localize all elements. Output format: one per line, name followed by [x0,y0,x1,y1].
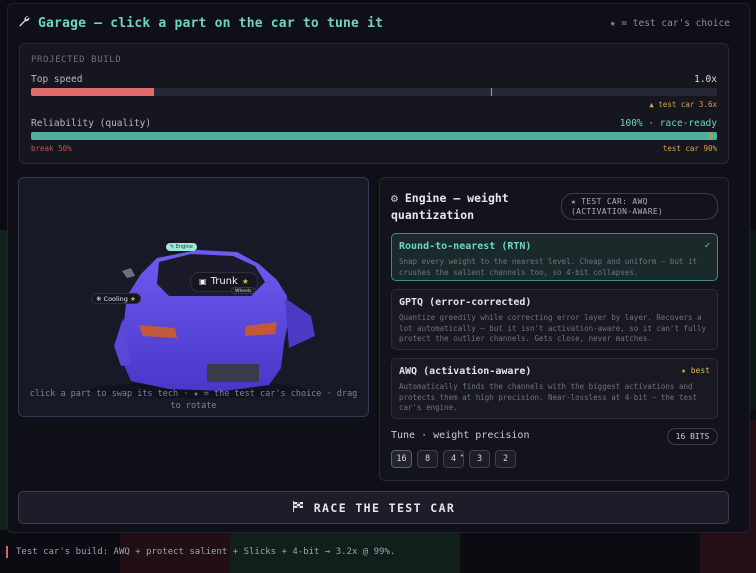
reliability-bar-fill [31,132,717,140]
wrench-icon [18,15,30,31]
precision-chip-16[interactable]: 16 [391,450,412,468]
footer-status: Test car's build: AWQ + protect salient … [6,546,395,558]
cooling-tag[interactable]: ❄ Cooling ★ [91,293,141,304]
engine-icon: ⚙ [391,191,405,205]
test-car-badge: ★ TEST CAR: AWQ (ACTIVATION-AWARE) [561,193,718,220]
option-awq[interactable]: AWQ (activation-aware) ★ best Automatical… [391,358,718,419]
engine-tag[interactable]: ✎ Engine [166,243,197,251]
car-model[interactable] [19,178,369,417]
viewport-hint: click a part to swap its tech · ★ = the … [29,389,358,411]
header: Garage — click a part on the car to tune… [18,13,730,33]
speed-test-marker [490,88,492,96]
wheels-tag[interactable]: Wheels [231,287,256,294]
build-heading: PROJECTED BUILD [31,55,122,65]
check-icon: ✓ [704,241,710,251]
precision-chip-3[interactable]: 3 [469,450,490,468]
best-badge: ★ best [681,366,710,375]
reliability-row: Reliability (quality) 100% · race-ready [31,118,717,129]
break-label: break 50% [31,144,72,153]
tuning-panel: ⚙ Engine — weight quantization ★ TEST CA… [379,177,729,481]
speed-test-note: ▲ test car 3.6x [649,100,717,109]
box-icon: ▣ [199,277,207,286]
precision-chip-8[interactable]: 8 [417,450,438,468]
checkered-flag-icon [292,500,304,515]
snowflake-icon: ❄ [96,295,102,303]
car-viewport[interactable]: ✎ Engine ▣ Trunk ★ Wheels ❄ Cooling ★ cl… [18,177,369,417]
page-title: Garage — click a part on the car to tune… [18,15,383,31]
reliability-value: 100% · race-ready [619,118,717,129]
panel-title: ⚙ Engine — weight quantization [391,191,509,222]
tune-label: Tune · weight precision [391,430,530,441]
speed-bar-fill [31,88,155,96]
option-rtn[interactable]: Round-to-nearest (RTN) ✓ Snap every weigh… [391,233,718,281]
reliability-test-marker [710,132,712,140]
precision-chip-4[interactable]: 4 • [443,450,464,468]
bits-badge: 16 BITS [667,428,718,445]
speed-row: Top speed 1.0x [31,74,717,85]
speed-sub-row: ▲ test car 3.6x [31,100,717,109]
star-icon: • [459,452,464,460]
reliability-test-note: test car 90% [662,144,717,153]
reliability-label: Reliability (quality) [31,118,152,129]
race-button[interactable]: RACE THE TEST CAR [18,491,729,524]
reliability-sub-row: break 50% test car 90% [31,144,717,153]
option-gptq[interactable]: GPTQ (error-corrected) Quantize greedily… [391,289,718,350]
speed-value: 1.0x [694,74,717,85]
license-plate [207,364,259,382]
star-icon: ★ [129,295,136,303]
precision-chip-2[interactable]: 2 [495,450,516,468]
speed-label: Top speed [31,74,83,85]
star-legend: ★ = test car's choice [609,17,730,29]
projected-build-card: PROJECTED BUILD Top speed 1.0x ▲ test ca… [19,43,729,164]
speed-bar [31,88,717,96]
reliability-bar [31,132,717,140]
precision-chips: 16 8 4 • 3 2 [391,450,516,468]
